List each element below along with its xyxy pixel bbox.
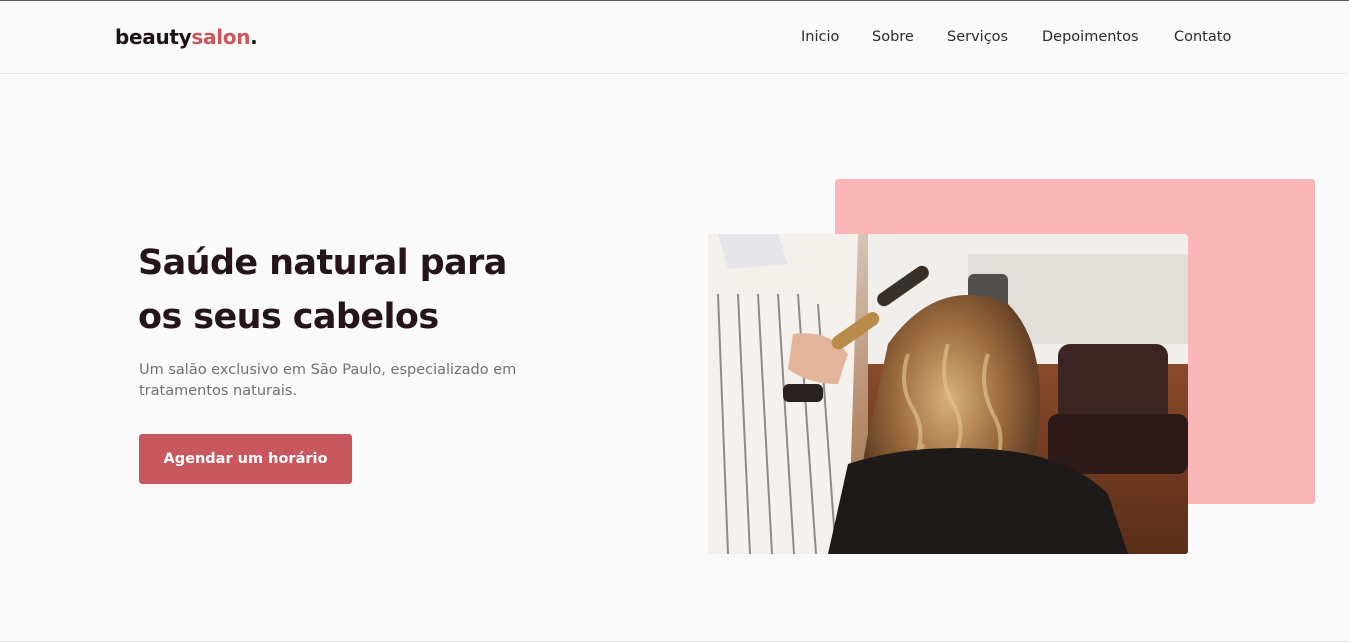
nav-item-depoimentos[interactable]: Depoimentos	[1042, 29, 1139, 45]
nav-item-servicos[interactable]: Serviços	[947, 29, 1008, 45]
nav-item-sobre[interactable]: Sobre	[872, 29, 914, 45]
page: beautysalon. Inicio Sobre Serviços Depoi…	[0, 0, 1349, 643]
hero-title: Saúde natural para os seus cabelos	[138, 243, 507, 337]
site-header: beautysalon. Inicio Sobre Serviços Depoi…	[0, 1, 1349, 74]
nav-item-contato[interactable]: Contato	[1174, 29, 1231, 45]
hero-photo-hairstylist	[708, 234, 1188, 554]
hero-subtitle: Um salão exclusivo em São Paulo, especia…	[139, 362, 517, 399]
main-nav: Inicio Sobre Serviços Depoimentos Contat…	[0, 29, 1349, 49]
bottom-divider	[0, 641, 1349, 642]
schedule-button[interactable]: Agendar um horário	[139, 434, 352, 484]
hero-photo-illustration	[708, 234, 1188, 554]
nav-item-inicio[interactable]: Inicio	[801, 29, 839, 45]
